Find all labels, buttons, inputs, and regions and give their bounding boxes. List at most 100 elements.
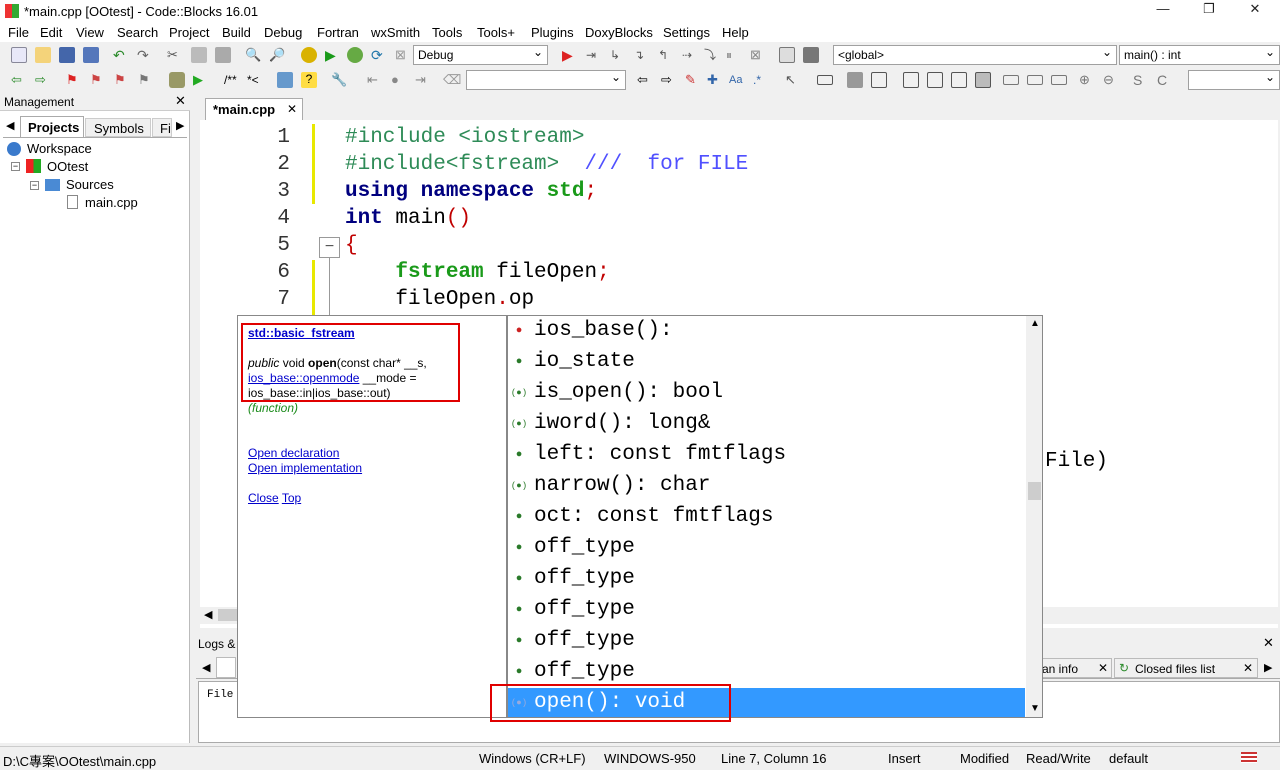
step-instruction-icon[interactable]: ⤵ (704, 47, 720, 63)
tree-workspace[interactable]: Workspace (27, 141, 92, 156)
debug-info-icon[interactable] (803, 47, 819, 63)
find-icon[interactable]: 🔍 (245, 47, 261, 63)
menu-search[interactable]: Search (117, 25, 158, 40)
scroll-left-icon[interactable]: ◀ (204, 608, 212, 621)
pointer-icon[interactable]: ↖ (785, 72, 801, 88)
logs-close-icon[interactable]: ✕ (1263, 635, 1274, 651)
expand-icon[interactable]: − (30, 181, 39, 190)
scroll-thumb[interactable] (1028, 482, 1041, 500)
menu-doxyblocks[interactable]: DoxyBlocks (585, 25, 653, 40)
cut-icon[interactable]: ✂ (167, 47, 183, 63)
image-icon[interactable] (847, 72, 863, 88)
layout-a-icon[interactable] (903, 72, 919, 88)
new-file-icon[interactable] (11, 47, 27, 63)
match-case-icon[interactable]: Aa (729, 72, 745, 88)
logs-scroll-left-icon[interactable]: ◀ (202, 661, 210, 674)
selected-text-icon[interactable]: ✚ (707, 72, 723, 88)
s-icon[interactable]: S (1133, 72, 1149, 88)
doxy-config-icon[interactable] (277, 72, 293, 88)
shape-c-icon[interactable] (1051, 75, 1067, 85)
open-declaration-link[interactable]: Open declaration (248, 446, 339, 460)
logs-tab-build[interactable] (216, 657, 236, 678)
menu-file[interactable]: File (8, 25, 29, 40)
save-all-icon[interactable] (83, 47, 99, 63)
regex-icon[interactable]: .* (753, 72, 769, 88)
build-target-select[interactable]: Debug (413, 45, 548, 65)
completion-item[interactable]: ● ios_base(): (508, 316, 1025, 347)
completion-list[interactable]: ● ios_base(): ● io_state (●) is_open(): bool(… (507, 315, 1043, 718)
tab-close-icon[interactable]: ✕ (1098, 661, 1108, 675)
forward-icon[interactable]: ⇨ (35, 72, 51, 88)
logs-scroll-right-icon[interactable]: ▶ (1264, 661, 1272, 674)
menu-view[interactable]: View (76, 25, 104, 40)
tab-close-icon[interactable]: ✕ (1243, 661, 1253, 675)
symbol-search-input[interactable] (1188, 70, 1280, 90)
menu-build[interactable]: Build (222, 25, 251, 40)
logs-tab-closed-files[interactable]: ↻ Closed files list ✕ (1114, 658, 1258, 678)
menu-plugins[interactable]: Plugins (531, 25, 574, 40)
wrench-icon[interactable]: 🔧 (331, 72, 347, 88)
completion-item[interactable]: ● off_type (508, 626, 1025, 657)
next-instruction-icon[interactable]: ⇢ (682, 47, 698, 63)
tab-projects[interactable]: Projects (20, 116, 84, 137)
menu-settings[interactable]: Settings (663, 25, 710, 40)
debug-windows-icon[interactable] (779, 47, 795, 63)
build-run-icon[interactable] (347, 47, 363, 63)
debug-run-icon[interactable]: ▶ (562, 47, 578, 63)
menu-toolsplus[interactable]: Tools+ (477, 25, 515, 40)
menu-tools[interactable]: Tools (432, 25, 462, 40)
block-comment-icon[interactable]: /** (224, 73, 237, 87)
back-icon[interactable]: ⇦ (11, 72, 27, 88)
scope-select[interactable]: <global> (833, 45, 1117, 65)
completion-item[interactable]: ● off_type (508, 564, 1025, 595)
tab-files[interactable]: Fi (152, 118, 172, 137)
completion-item[interactable]: ● left: const fmtflags (508, 440, 1025, 471)
rect-icon[interactable] (817, 75, 833, 85)
fold-icon[interactable]: − (319, 237, 340, 258)
line-comment-icon[interactable]: *< (247, 73, 259, 87)
logs-tab-info[interactable]: an info ✕ (1039, 658, 1112, 678)
minimize-icon[interactable]: — (1143, 1, 1183, 16)
tab-close-icon[interactable]: ✕ (287, 102, 297, 116)
completion-item[interactable]: ● off_type (508, 595, 1025, 626)
layout-d-icon[interactable] (975, 72, 991, 88)
completion-item[interactable]: ● off_type (508, 533, 1025, 564)
layout-c-icon[interactable] (951, 72, 967, 88)
zoom-in-icon[interactable]: ⊕ (1079, 72, 1095, 88)
text-icon[interactable] (871, 72, 887, 88)
menu-help[interactable]: Help (722, 25, 749, 40)
find-prev-icon[interactable]: ⇦ (637, 72, 653, 88)
tree-project[interactable]: OOtest (47, 159, 88, 174)
tree-sources[interactable]: Sources (66, 177, 114, 192)
menu-wxsmith[interactable]: wxSmith (371, 25, 420, 40)
tree-main-cpp[interactable]: main.cpp (85, 195, 138, 210)
menu-fortran[interactable]: Fortran (317, 25, 359, 40)
completion-item[interactable]: (●) narrow(): char (508, 471, 1025, 502)
next-bookmark-icon[interactable]: ⚑ (114, 72, 130, 88)
find-next-icon[interactable]: ⇨ (661, 72, 677, 88)
doxy-run-icon[interactable]: ▶ (193, 72, 209, 88)
zoom-out-icon[interactable]: ⊖ (1103, 72, 1119, 88)
paste-icon[interactable] (215, 47, 231, 63)
help-icon[interactable]: ? (301, 72, 317, 88)
undo-icon[interactable]: ↶ (113, 47, 129, 63)
c-icon[interactable]: C (1157, 72, 1173, 88)
rebuild-icon[interactable]: ⟳ (371, 47, 387, 63)
completion-item[interactable]: ● oct: const fmtflags (508, 502, 1025, 533)
clear-bookmarks-icon[interactable]: ⚑ (138, 72, 154, 88)
build-icon[interactable] (301, 47, 317, 63)
copy-icon[interactable] (191, 47, 207, 63)
save-icon[interactable] (59, 47, 75, 63)
next-line-icon[interactable]: ↳ (610, 47, 626, 63)
completion-item[interactable]: (●) iword(): long& (508, 409, 1025, 440)
top-link[interactable]: Top (282, 491, 301, 505)
menu-debug[interactable]: Debug (264, 25, 302, 40)
step-into-icon[interactable]: ↴ (634, 47, 650, 63)
tab-symbols[interactable]: Symbols (85, 118, 151, 137)
run-icon[interactable]: ▶ (325, 47, 341, 63)
scroll-down-icon[interactable]: ▼ (1030, 703, 1040, 714)
vertical-scrollbar[interactable]: ▲ ▼ (1026, 316, 1042, 717)
bookmark-icon[interactable]: ⚑ (66, 72, 82, 88)
open-implementation-link[interactable]: Open implementation (248, 461, 362, 475)
menu-project[interactable]: Project (169, 25, 209, 40)
